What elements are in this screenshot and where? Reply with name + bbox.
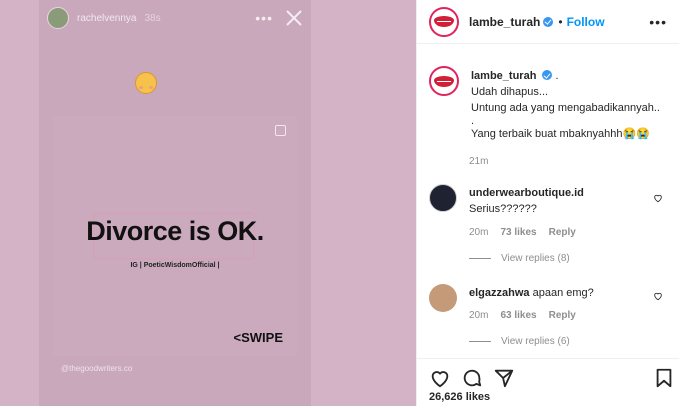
story-timestamp: 38s <box>144 12 161 24</box>
caption: lambe_turah . Udah dihapus... Untung ada… <box>429 66 667 142</box>
caption-suffix: . <box>555 70 559 82</box>
caption-meta: 21m <box>469 156 488 167</box>
view-replies-button[interactable]: View replies (8) <box>469 253 570 264</box>
swipe-label: <SWIPE <box>233 330 284 345</box>
view-replies-button[interactable]: View replies (6) <box>469 336 570 347</box>
quote-text: Divorce is OK. <box>86 216 264 246</box>
caption-time[interactable]: 21m <box>469 156 488 167</box>
comment-meta: 20m 73 likes Reply <box>469 227 576 238</box>
comment-body: underwearboutique.id Serius?????? <box>469 185 584 217</box>
post-panel: lambe_turah • Follow ••• lambe_turah . U… <box>416 0 679 406</box>
comment-icon[interactable] <box>461 367 483 389</box>
verified-icon <box>542 70 553 80</box>
heart-icon[interactable] <box>429 367 451 389</box>
caption-body: lambe_turah . Udah dihapus... Untung ada… <box>471 68 660 142</box>
comment-likes[interactable]: 73 likes <box>500 227 536 238</box>
follow-button[interactable]: Follow <box>567 15 605 29</box>
post-media: rachelvennya 38s ••• Divorce is OK. IG |… <box>0 0 416 406</box>
comment-likes[interactable]: 63 likes <box>500 310 536 321</box>
caption-line: . <box>471 115 475 127</box>
comment-item: elgazzahwa apaan emg? <box>429 284 667 312</box>
story-more-button[interactable]: ••• <box>255 11 273 25</box>
comments-list: lambe_turah . Udah dihapus... Untung ada… <box>417 44 679 358</box>
caption-line: Udah dihapus... <box>471 86 549 98</box>
heart-icon[interactable] <box>653 291 663 301</box>
avatar[interactable] <box>429 284 457 312</box>
story-frame: rachelvennya 38s ••• Divorce is OK. IG |… <box>39 0 311 406</box>
comment-text: Serius?????? <box>469 203 537 215</box>
caption-line: Untung ada yang mengabadikannyah.. <box>471 102 660 114</box>
comment-meta: 20m 63 likes Reply <box>469 310 576 321</box>
action-bar <box>417 358 679 390</box>
comment-item: underwearboutique.id Serius?????? <box>429 184 667 217</box>
comment-time[interactable]: 20m <box>469 227 488 238</box>
comment-body: elgazzahwa apaan emg? <box>469 285 594 312</box>
comment-time[interactable]: 20m <box>469 310 488 321</box>
share-icon[interactable] <box>493 367 515 389</box>
comment-username[interactable]: underwearboutique.id <box>469 185 584 201</box>
story-avatar <box>47 7 69 29</box>
post-header: lambe_turah • Follow ••• <box>417 0 679 44</box>
caption-line: Yang terbaik buat mbaknyahhh😭😭 <box>471 128 650 140</box>
view-replies-label: View replies (8) <box>501 253 570 264</box>
quote-credit: IG | PoeticWisdomOfficial | <box>130 262 220 269</box>
reply-button[interactable]: Reply <box>549 310 576 321</box>
avatar[interactable] <box>429 184 457 212</box>
verified-icon <box>543 16 554 27</box>
view-replies-label: View replies (6) <box>501 336 570 347</box>
more-options-button[interactable]: ••• <box>649 14 667 30</box>
comment-username[interactable]: elgazzahwa <box>469 287 530 299</box>
avatar[interactable] <box>429 6 459 37</box>
smiling-emoji-icon <box>135 72 157 94</box>
close-icon[interactable] <box>285 9 303 27</box>
heart-icon[interactable] <box>653 193 663 203</box>
header-username[interactable]: lambe_turah <box>469 15 540 29</box>
story-header: rachelvennya 38s ••• <box>47 6 303 30</box>
caption-username[interactable]: lambe_turah <box>471 70 536 82</box>
bookmark-icon[interactable] <box>653 367 675 389</box>
comment-text: apaan emg? <box>532 287 594 299</box>
separator-dot: • <box>558 14 563 29</box>
reply-button[interactable]: Reply <box>549 227 576 238</box>
divider <box>469 258 491 259</box>
lips-logo-icon <box>434 16 454 27</box>
divider <box>469 341 491 342</box>
copy-icon <box>275 125 286 136</box>
source-tag: @thegoodwriters.co <box>61 364 133 373</box>
lips-logo-icon <box>434 75 454 87</box>
avatar[interactable] <box>429 66 459 96</box>
likes-count[interactable]: 26,626 likes <box>429 391 490 403</box>
story-username: rachelvennya <box>77 12 137 24</box>
